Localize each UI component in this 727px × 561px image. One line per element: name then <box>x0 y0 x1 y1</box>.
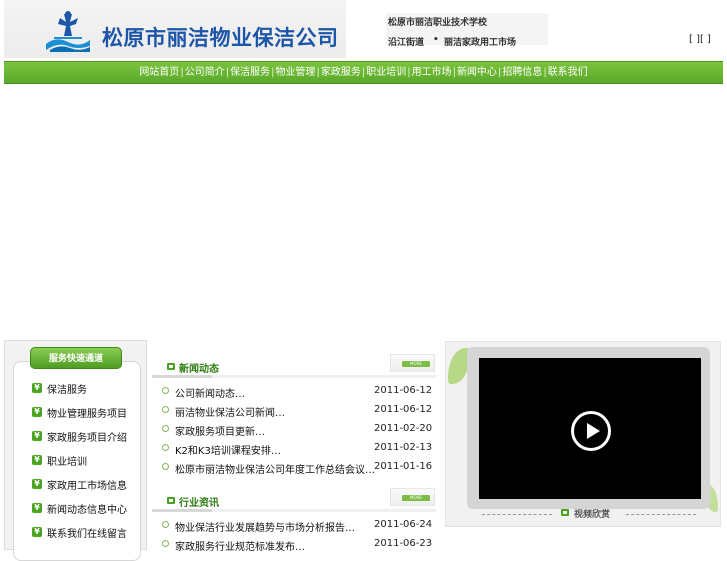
news-title[interactable]: 公司新闻动态… <box>175 385 245 400</box>
sidebar-header: 服务快速通道 <box>30 347 122 369</box>
nav-item[interactable]: 网站首页 <box>138 62 180 84</box>
news-title[interactable]: 物业保洁行业发展趋势与市场分析报告… <box>175 519 355 534</box>
nav-item[interactable]: 公司简介 <box>184 62 226 84</box>
bullet-icon <box>162 406 169 413</box>
video-caption: 视频欣赏 <box>574 510 611 520</box>
sidebar-item-label: 家政用工市场信息 <box>47 480 127 492</box>
news-row[interactable]: 公司新闻动态… 2011-06-12 <box>152 382 436 401</box>
more-button[interactable]: MORE <box>390 354 435 372</box>
sidebar-item-label: 保洁服务 <box>47 384 87 396</box>
nav-item[interactable]: 职业培训 <box>365 62 407 84</box>
nav-item[interactable]: 家政服务 <box>320 62 362 84</box>
section-divider <box>152 509 436 512</box>
news-date: 2011-06-12 <box>374 385 433 396</box>
main-nav: 网站首页 | 公司简介 | 保洁服务 | 物业管理 | 家政服务 | 职业培训 | 用工市场 | 新闻中心 |… <box>4 61 723 84</box>
quick-links-box: 松原市丽洁职业技术学校 沿江街道 • 丽洁家政用工市场 <box>386 13 548 48</box>
nav-item[interactable]: 招聘信息 <box>501 62 543 84</box>
news-list: 物业保洁行业发展趋势与市场分析报告… 2011-06-24 家政服务行业规范标准发布… <box>152 512 436 554</box>
news-section-2: 行业资讯 MORE 物业保洁行业发展趋势与市场分析报告… 2011-06-24 家政服务… <box>152 488 436 554</box>
chevron-down-icon: ¥ <box>32 479 42 489</box>
section-square-icon <box>167 497 175 504</box>
sidebar-item-label: 职业培训 <box>47 456 87 468</box>
bullet-icon <box>162 444 169 451</box>
service-sidebar: ¥ 保洁服务 ¥ 物业管理服务项目 ¥ 家政服务项目介绍 ¥ 职业培训 ¥ 家政用工市场信息 ¥ 新闻… <box>4 340 147 561</box>
news-date: 2011-02-13 <box>374 442 433 453</box>
sidebar-item-label: 新闻动态信息中心 <box>47 504 127 516</box>
more-button[interactable]: MORE <box>390 488 435 506</box>
chevron-down-icon: ¥ <box>32 407 42 417</box>
link-separator-dot: • <box>433 35 439 45</box>
section-header: 新闻动态 MORE <box>152 354 436 378</box>
news-date: 2011-06-23 <box>374 538 433 549</box>
section-header: 行业资讯 MORE <box>152 488 436 512</box>
news-date: 2011-06-24 <box>374 519 433 530</box>
news-list: 公司新闻动态… 2011-06-12 丽洁物业保洁公司新闻… 2011-06-12 家政… <box>152 378 436 477</box>
nav-item[interactable]: 保洁服务 <box>229 62 271 84</box>
nav-item[interactable]: 物业管理 <box>274 62 316 84</box>
sidebar-item[interactable]: ¥ 新闻动态信息中心 <box>32 500 127 516</box>
nav-item[interactable]: 新闻中心 <box>456 62 498 84</box>
news-row[interactable]: 家政服务项目更新… 2011-02-20 <box>152 420 436 439</box>
sidebar-item[interactable]: ¥ 保洁服务 <box>32 380 87 396</box>
video-panel: 视频欣赏 <box>445 341 721 527</box>
chevron-down-icon: ¥ <box>32 527 42 537</box>
news-row[interactable]: 丽洁物业保洁公司新闻… 2011-06-12 <box>152 401 436 420</box>
chevron-down-icon: ¥ <box>32 431 42 441</box>
bullet-icon <box>162 521 169 528</box>
nav-item[interactable]: 联系我们 <box>547 62 589 84</box>
chevron-down-icon: ¥ <box>32 503 42 513</box>
section-divider <box>152 375 436 378</box>
news-title[interactable]: 家政服务项目更新… <box>175 423 265 438</box>
street-link[interactable]: 沿江街道 <box>388 35 424 48</box>
play-icon[interactable] <box>571 411 611 451</box>
company-logo-icon <box>46 11 90 52</box>
logo-banner[interactable]: 松原市丽洁物业保洁公司 <box>4 0 346 58</box>
chevron-down-icon: ¥ <box>32 383 42 393</box>
bullet-icon <box>162 463 169 470</box>
caption-divider <box>626 514 696 515</box>
bullet-icon <box>162 540 169 547</box>
video-player[interactable] <box>479 358 701 499</box>
sidebar-item[interactable]: ¥ 家政用工市场信息 <box>32 476 127 492</box>
news-row[interactable]: 物业保洁行业发展趋势与市场分析报告… 2011-06-24 <box>152 516 436 535</box>
more-label: MORE <box>402 361 430 367</box>
sidebar-item[interactable]: ¥ 物业管理服务项目 <box>32 404 127 420</box>
news-title[interactable]: K2和K3培训课程安排… <box>175 442 281 457</box>
nav-item[interactable]: 用工市场 <box>411 62 453 84</box>
sidebar-item[interactable]: ¥ 联系我们在线留言 <box>32 524 127 540</box>
section-title: 新闻动态 <box>179 364 219 375</box>
sidebar-item-label: 联系我们在线留言 <box>47 528 127 540</box>
section-title: 行业资讯 <box>179 498 219 509</box>
sidebar-panel: ¥ 保洁服务 ¥ 物业管理服务项目 ¥ 家政服务项目介绍 ¥ 职业培训 ¥ 家政用工市场信息 ¥ 新闻… <box>13 361 141 561</box>
sidebar-item-label: 家政服务项目介绍 <box>47 432 127 444</box>
news-title[interactable]: 家政服务行业规范标准发布… <box>175 538 305 553</box>
caption-divider <box>482 514 552 515</box>
caption-square-icon <box>561 509 569 516</box>
school-link[interactable]: 松原市丽洁职业技术学校 <box>388 15 487 28</box>
company-name: 松原市丽洁物业保洁公司 <box>102 26 339 50</box>
section-square-icon <box>167 363 175 370</box>
more-label: MORE <box>402 495 430 501</box>
news-row[interactable]: 松原市丽洁物业保洁公司年度工作总结会议… 2011-01-16 <box>152 458 436 477</box>
chevron-down-icon: ¥ <box>32 455 42 465</box>
news-title[interactable]: 丽洁物业保洁公司新闻… <box>175 404 285 419</box>
news-row[interactable]: K2和K3培训课程安排… 2011-02-13 <box>152 439 436 458</box>
news-title[interactable]: 松原市丽洁物业保洁公司年度工作总结会议… <box>175 461 375 476</box>
bullet-icon <box>162 387 169 394</box>
news-date: 2011-06-12 <box>374 404 433 415</box>
news-date: 2011-02-20 <box>374 423 433 434</box>
sidebar-item[interactable]: ¥ 职业培训 <box>32 452 87 468</box>
market-link[interactable]: 丽洁家政用工市场 <box>444 35 516 48</box>
bullet-icon <box>162 425 169 432</box>
news-date: 2011-01-16 <box>374 461 433 472</box>
bracket-links[interactable]: [ ][ ] <box>689 34 711 45</box>
sidebar-item[interactable]: ¥ 家政服务项目介绍 <box>32 428 127 444</box>
news-section-1: 新闻动态 MORE 公司新闻动态… 2011-06-12 丽洁物业保洁公司新闻… 2011… <box>152 354 436 477</box>
sidebar-item-label: 物业管理服务项目 <box>47 408 127 420</box>
